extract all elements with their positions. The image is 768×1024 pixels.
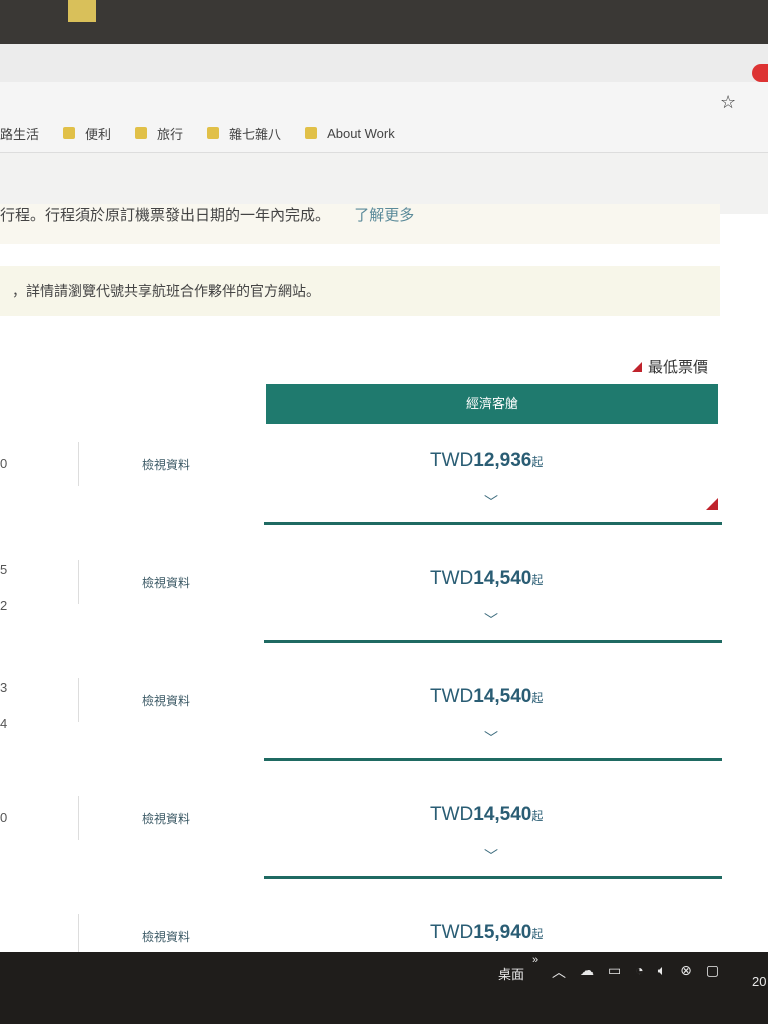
fare-price[interactable]: TWD14,540起 — [430, 568, 543, 590]
notice-text: 行程。行程須於原訂機票發出日期的一年內完成。 — [0, 207, 331, 224]
price-suffix: 起 — [531, 455, 544, 469]
flight-row: 0 檢視資料 TWD14,540起 ﹀ — [0, 778, 722, 894]
browser-toolbar: ☆ 路生活 便利 旅行 雜七雜八 About Work — [0, 44, 768, 153]
fare-price[interactable]: TWD15,940起 — [430, 922, 543, 944]
system-tray: ︿ ☁ ▭ ◔ 🔈︎ ⊗ ▢ — [552, 962, 719, 982]
bookmark-item[interactable]: 便利 — [63, 124, 111, 143]
flight-row: 3 4 檢視資料 TWD14,540起 ﹀ — [0, 660, 722, 776]
flight-time-fragment: 0 — [0, 810, 8, 825]
amount: 15,940 — [473, 922, 532, 943]
row-divider — [78, 796, 79, 840]
wifi-icon[interactable]: ◔ — [635, 962, 643, 982]
cabin-header[interactable]: 經濟客艙 — [266, 384, 718, 424]
view-details-link[interactable]: 檢視資料 — [142, 574, 190, 591]
battery-icon[interactable]: ▭ — [608, 962, 621, 982]
view-details-link[interactable]: 檢視資料 — [142, 456, 190, 473]
folder-icon — [135, 127, 148, 139]
lowest-fare-label: 最低票價 — [648, 359, 709, 376]
currency: TWD — [430, 922, 474, 943]
row-underline — [264, 640, 722, 643]
amount: 14,540 — [473, 804, 532, 825]
bookmark-item[interactable]: About Work — [305, 126, 395, 141]
chevron-down-icon[interactable]: ﹀ — [484, 846, 498, 866]
folder-icon — [63, 127, 76, 139]
flight-row: 5 2 檢視資料 TWD14,540起 ﹀ — [0, 542, 722, 658]
amount: 12,936 — [473, 450, 532, 471]
bookmark-label: About Work — [327, 125, 395, 141]
lowest-fare-marker-icon — [706, 498, 718, 510]
flight-time-fragment: 5 — [0, 562, 8, 577]
lowest-fare-legend: 最低票價 — [632, 356, 708, 377]
bookmarks-bar: 路生活 便利 旅行 雜七雜八 About Work — [0, 122, 419, 144]
taskbar-desktop-label[interactable]: 桌面 — [498, 964, 524, 983]
row-divider — [78, 560, 79, 604]
bookmark-item[interactable]: 雜七雜八 — [207, 124, 281, 143]
row-divider — [78, 678, 79, 722]
show-hidden-icons-icon[interactable]: ︿ — [552, 962, 566, 982]
flight-time-fragment: 4 — [0, 716, 8, 731]
price-suffix: 起 — [531, 573, 544, 587]
amount: 14,540 — [473, 568, 532, 589]
row-underline — [264, 876, 722, 879]
amount: 14,540 — [473, 686, 532, 707]
windows-taskbar: 桌面 » ︿ ☁ ▭ ◔ 🔈︎ ⊗ ▢ 20 — [0, 952, 768, 1024]
volume-icon[interactable]: 🔈︎ — [658, 962, 666, 982]
bookmark-item[interactable]: 路生活 — [0, 124, 39, 143]
row-underline — [264, 522, 722, 525]
fare-price[interactable]: TWD14,540起 — [430, 686, 543, 708]
fare-price[interactable]: TWD14,540起 — [430, 804, 543, 826]
taskbar-clock: 20 — [752, 974, 767, 989]
flight-row: 0 檢視資料 TWD12,936起 ﹀ — [0, 424, 722, 540]
view-details-link[interactable]: 檢視資料 — [142, 928, 190, 945]
folder-icon — [305, 127, 318, 139]
currency: TWD — [430, 804, 474, 825]
currency: TWD — [430, 686, 474, 707]
sticky-note — [68, 0, 96, 22]
extension-icon[interactable] — [752, 64, 768, 82]
price-suffix: 起 — [531, 809, 544, 823]
row-underline — [264, 758, 722, 761]
flight-time-fragment: 2 — [0, 598, 8, 613]
taskbar-overflow-icon[interactable]: » — [532, 954, 538, 966]
bookmark-label: 便利 — [85, 126, 112, 142]
fare-price[interactable]: TWD12,936起 — [430, 450, 543, 472]
bookmark-label: 路生活 — [0, 126, 40, 142]
lowest-fare-marker-icon — [632, 361, 642, 372]
bookmark-item[interactable]: 旅行 — [135, 124, 183, 143]
bookmark-star-icon[interactable]: ☆ — [720, 92, 736, 113]
notification-icon[interactable]: ▢ — [706, 962, 719, 982]
row-divider — [78, 442, 79, 486]
currency: TWD — [430, 450, 474, 471]
folder-icon — [207, 127, 220, 139]
cloud-icon[interactable]: ☁ — [580, 962, 594, 982]
price-suffix: 起 — [531, 927, 544, 941]
bookmark-label: 旅行 — [157, 126, 184, 142]
view-details-link[interactable]: 檢視資料 — [142, 692, 190, 709]
browser-screen: ☆ 路生活 便利 旅行 雜七雜八 About Work 行程。行程須於原訂機票發出日期的… — [0, 44, 768, 952]
price-suffix: 起 — [531, 691, 544, 705]
notice-codeshare: ，詳情請瀏覽代號共享航班合作夥伴的官方網站。 — [0, 266, 720, 316]
close-circle-icon[interactable]: ⊗ — [680, 962, 692, 982]
flight-time-fragment: 3 — [0, 680, 8, 695]
chevron-down-icon[interactable]: ﹀ — [484, 610, 498, 630]
view-details-link[interactable]: 檢視資料 — [142, 810, 190, 827]
notice-validity: 行程。行程須於原訂機票發出日期的一年內完成。 了解更多 — [0, 204, 720, 244]
chevron-down-icon[interactable]: ﹀ — [484, 728, 498, 748]
row-divider — [78, 914, 79, 952]
flight-time-fragment: 0 — [0, 456, 8, 471]
page-content: 行程。行程須於原訂機票發出日期的一年內完成。 了解更多 ，詳情請瀏覽代號共享航班… — [0, 204, 768, 952]
chevron-down-icon[interactable]: ﹀ — [484, 492, 498, 512]
bookmark-label: 雜七雜八 — [229, 126, 282, 142]
address-bar-strip — [0, 44, 768, 82]
currency: TWD — [430, 568, 474, 589]
learn-more-link[interactable]: 了解更多 — [354, 207, 414, 224]
flight-row: 檢視資料TWD15,940起﹀ — [0, 896, 720, 952]
